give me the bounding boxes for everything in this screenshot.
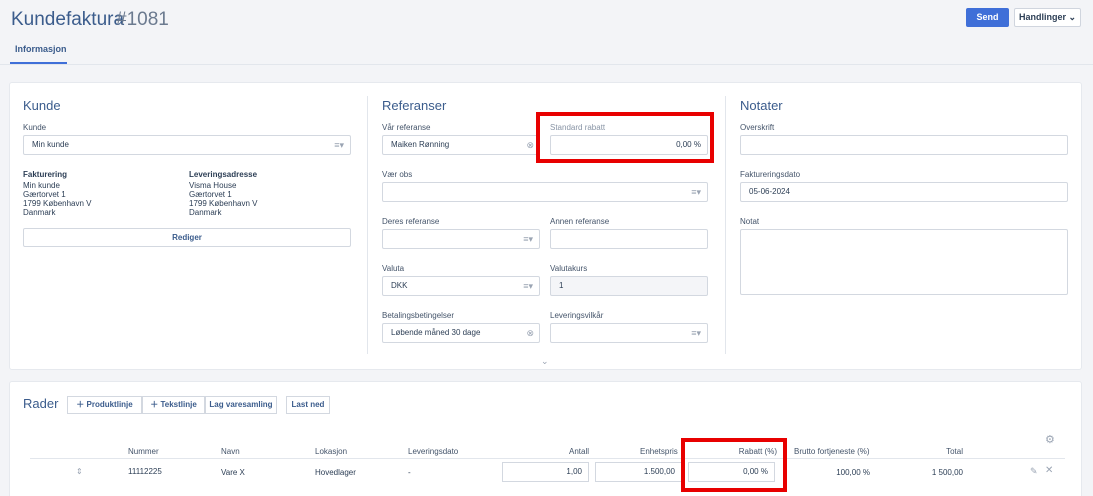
cell-lokasjon: Hovedlager (315, 468, 356, 477)
lag-varesamling-button[interactable]: Lag varesamling (205, 396, 277, 414)
standard-rabatt-input[interactable]: 0,00 % (550, 135, 708, 155)
cell-leveringsdato: - (408, 468, 411, 477)
betalingsbetingelser-select[interactable]: Løbende måned 30 dage ⊗ (382, 323, 540, 343)
kunde-field-label: Kunde (23, 123, 47, 132)
overskrift-input[interactable] (740, 135, 1068, 155)
billing-line: 1799 København V (23, 199, 92, 208)
billing-line: Gærtorvet 1 (23, 190, 66, 199)
notat-label: Notat (740, 217, 760, 226)
cell-total: 1 500,00 (931, 468, 963, 477)
notater-section-title: Notater (740, 98, 783, 113)
column-header: Navn (221, 447, 240, 456)
var-referanse-value: Maiken Rønning (391, 140, 450, 149)
faktureringsdato-value: 05-06-2024 (749, 187, 790, 196)
edit-pencil-icon[interactable]: ✎ (1030, 466, 1038, 477)
valutakurs-label: Valutakurs (550, 264, 588, 273)
kunde-section-title: Kunde (23, 98, 61, 113)
cell-brutto: 100,00 % (836, 468, 870, 477)
valuta-value: DKK (391, 281, 408, 290)
invoice-number: #1081 (116, 9, 169, 30)
deres-referanse-select[interactable]: ≡▾ (382, 229, 540, 249)
billing-line: Danmark (23, 208, 56, 217)
valuta-label: Valuta (382, 264, 405, 273)
table-row: ⇕ 11112225 Vare X Hovedlager - 1,00 1.50… (30, 459, 1065, 486)
column-divider (367, 96, 368, 354)
delivery-line: Gærtorvet 1 (189, 190, 232, 199)
column-header: Leveringsdato (408, 447, 459, 456)
billing-title: Fakturering (23, 170, 68, 179)
var-referanse-label: Vår referanse (382, 123, 431, 132)
page-title: Kundefaktura (11, 9, 125, 30)
column-header: Nummer (128, 447, 159, 456)
annen-referanse-label: Annen referanse (550, 217, 610, 226)
send-button[interactable]: Send (966, 8, 1009, 27)
deres-referanse-label: Deres referanse (382, 217, 440, 226)
kunde-select[interactable]: Min kunde ≡▾ (23, 135, 351, 155)
column-header: Lokasjon (315, 447, 348, 456)
rader-section-title: Rader (23, 396, 59, 411)
var-referanse-select[interactable]: Maiken Rønning ⊗ (382, 135, 540, 155)
delivery-line: Visma House (189, 181, 237, 190)
var-obs-select[interactable]: ≡▾ (382, 182, 708, 202)
var-obs-label: Vær obs (382, 170, 413, 179)
tab-divider (0, 64, 1093, 65)
list-filter-icon[interactable]: ≡▾ (691, 183, 701, 201)
chevron-down-icon: ⌄ (1068, 12, 1077, 22)
antall-input[interactable]: 1,00 (502, 462, 589, 482)
cell-nummer: 11112225 (128, 467, 162, 476)
edit-address-button[interactable]: Rediger (23, 228, 351, 247)
faktureringsdato-input[interactable]: 05-06-2024 (740, 182, 1068, 202)
delete-icon[interactable]: ✕ (1045, 465, 1053, 476)
actions-dropdown-button[interactable]: Handlinger ⌄ (1014, 8, 1081, 27)
column-header: Enhetspris (640, 447, 678, 456)
plus-icon: ＋ (150, 400, 159, 409)
referanser-section-title: Referanser (382, 98, 447, 113)
add-produktlinje-button[interactable]: ＋ Produktlinje (67, 396, 142, 414)
add-tekstlinje-button[interactable]: ＋ Tekstlinje (142, 396, 205, 414)
faktureringsdato-label: Faktureringsdato (740, 170, 801, 179)
annen-referanse-input[interactable] (550, 229, 708, 249)
betalingsbetingelser-value: Løbende måned 30 dage (391, 328, 481, 337)
actions-label: Handlinger (1018, 12, 1066, 22)
valutakurs-value: 1 (559, 281, 564, 290)
valutakurs-field: 1 (550, 276, 708, 296)
gear-icon[interactable]: ⚙ (1045, 433, 1055, 446)
overskrift-label: Overskrift (740, 123, 775, 132)
list-filter-icon[interactable]: ≡▾ (691, 324, 701, 342)
clear-icon[interactable]: ⊗ (526, 136, 534, 154)
leveringsvilkar-select[interactable]: ≡▾ (550, 323, 708, 343)
plus-icon: ＋ (76, 400, 85, 409)
delivery-title: Leveringsadresse (189, 170, 258, 179)
billing-line: Min kunde (23, 181, 60, 190)
list-filter-icon[interactable]: ≡▾ (523, 277, 533, 295)
leveringsvilkar-label: Leveringsvilkår (550, 311, 604, 320)
enhetspris-input[interactable]: 1.500,00 (595, 462, 682, 482)
standard-rabatt-unit: % (693, 140, 701, 149)
betalingsbetingelser-label: Betalingsbetingelser (382, 311, 455, 320)
rabatt-column-highlight (681, 438, 787, 492)
kunde-select-value: Min kunde (32, 140, 69, 149)
notat-textarea[interactable] (740, 229, 1068, 295)
delivery-line: Danmark (189, 208, 222, 217)
expand-chevron-icon[interactable]: ⌄ (541, 356, 549, 367)
column-header: Brutto fortjeneste (%) (794, 447, 870, 456)
standard-rabatt-label: Standard rabatt (550, 123, 606, 132)
valuta-select[interactable]: DKK ≡▾ (382, 276, 540, 296)
standard-rabatt-value: 0,00 (676, 140, 692, 149)
last-ned-button[interactable]: Last ned (286, 396, 330, 414)
column-divider (725, 96, 726, 354)
clear-icon[interactable]: ⊗ (526, 324, 534, 342)
list-filter-icon[interactable]: ≡▾ (334, 136, 344, 154)
column-header: Antall (568, 447, 589, 456)
list-filter-icon[interactable]: ≡▾ (523, 230, 533, 248)
cell-navn: Vare X (221, 468, 245, 477)
produktlinje-label: Produktlinje (86, 400, 133, 409)
column-header: Total (946, 447, 963, 456)
tekstlinje-label: Tekstlinje (160, 400, 197, 409)
reorder-handle-icon[interactable]: ⇕ (76, 467, 83, 476)
tab-informasjon[interactable]: Informasjon (10, 37, 67, 64)
delivery-line: 1799 København V (189, 199, 258, 208)
